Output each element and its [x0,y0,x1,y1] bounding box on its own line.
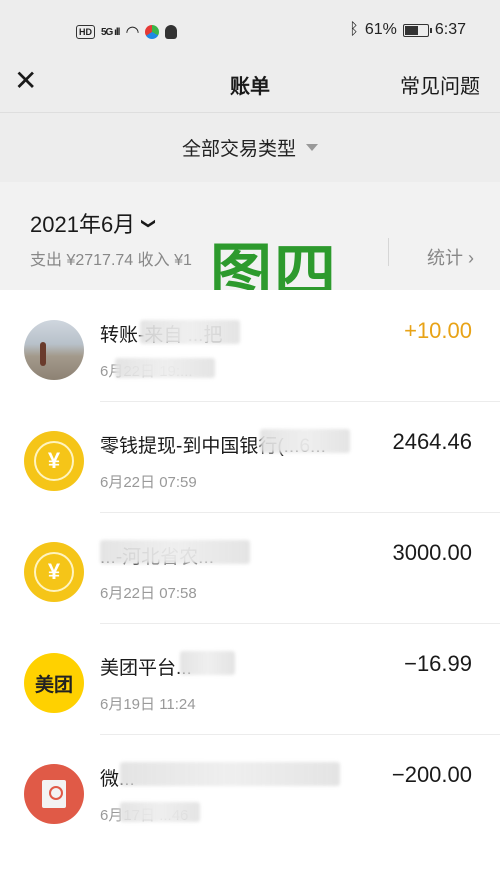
yuan-coin-icon: ¥ [24,542,84,602]
yuan-coin-icon: ¥ [24,431,84,491]
transaction-row[interactable]: 转账-来自 ...把 6月22日 19:... +10.00 [0,290,500,401]
transaction-amount: −16.99 [404,651,472,676]
redaction-blur [120,762,340,786]
envelope-shape [42,780,66,808]
hd-icon: HD [76,25,95,39]
transaction-row[interactable]: 微... 6月17日 ...46 −200.00 [0,734,500,845]
clock: 6:37 [434,21,466,38]
redaction-blur [120,802,200,822]
notification-icon [165,25,178,39]
red-envelope-icon [24,764,84,824]
transaction-amount: +10.00 [404,318,472,343]
bluetooth-icon: ᛒ [349,21,359,38]
chevron-down-icon: ❯ [141,217,158,229]
transaction-time: 6月22日 07:59 [100,474,197,491]
avatar-figure [40,342,46,366]
meituan-logo: 美团 [24,653,84,713]
transaction-time: 6月19日 11:24 [100,696,196,713]
coin-glyph: ¥ [34,552,74,592]
transaction-row[interactable]: ¥ ...-河北省农... 6月22日 07:58 3000.00 [0,512,500,623]
faq-link[interactable]: 常见问题 [400,70,480,99]
transaction-amount: 2464.46 [392,429,472,454]
redaction-blur [140,320,240,344]
status-indicators: HD 5G ıll ◠ [76,22,178,42]
battery-fill [404,25,418,35]
nav-bar: ✕ 账单 常见问题 [0,62,500,112]
filter-label: 全部交易类型 [181,139,296,160]
caret-down-icon [306,144,318,151]
battery-icon [402,23,432,37]
redaction-blur [180,651,235,675]
redaction-blur [115,358,215,378]
divider [388,238,389,266]
transaction-amount: −200.00 [391,762,472,787]
coin-glyph: ¥ [34,441,74,481]
wifi-icon: ◠ [125,24,140,41]
app-icon [145,25,160,39]
month-label: 2021年6月 [30,212,136,237]
avatar [24,320,84,380]
transaction-row[interactable]: ¥ 零钱提现-到中国银行(...6... 6月22日 07:59 2464.46 [0,401,500,512]
status-right: ᛒ 61% 6:37 [349,21,466,39]
month-totals: 支出 ¥2717.74 收入 ¥1 [30,252,192,269]
transaction-row[interactable]: 美团 美团平台... 6月19日 11:24 −16.99 [0,623,500,734]
redaction-blur [260,429,350,453]
transaction-type-filter[interactable]: 全部交易类型 [0,112,500,182]
transaction-time: 6月22日 07:58 [100,585,197,602]
status-bar: HD 5G ıll ◠ ᛒ 61% 6:37 [0,0,500,62]
month-selector[interactable]: 2021年6月 ❯ [30,207,158,239]
signal-icon: 5G ıll [101,26,120,38]
redaction-blur [100,540,250,564]
transaction-list: 转账-来自 ...把 6月22日 19:... +10.00 ¥ 零钱提现-到中… [0,290,500,845]
statistics-link[interactable]: 统计 › [427,244,474,270]
month-summary: 2021年6月 ❯ 支出 ¥2717.74 收入 ¥1 统计 › 图四 [0,182,500,309]
transaction-amount: 3000.00 [392,540,472,565]
battery-percent: 61% [364,21,397,38]
